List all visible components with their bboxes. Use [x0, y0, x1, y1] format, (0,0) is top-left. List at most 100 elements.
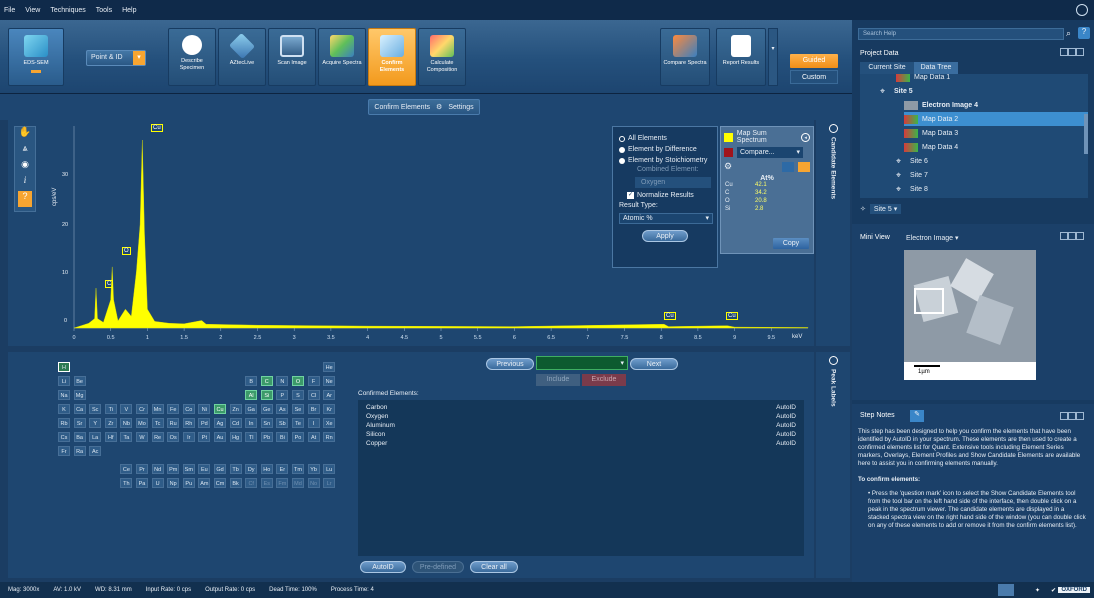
element-mo[interactable]: Mo: [136, 418, 148, 428]
report-results-button[interactable]: Report Results: [716, 28, 766, 86]
close-icon[interactable]: [1076, 412, 1084, 420]
element-sr[interactable]: Sr: [73, 418, 86, 428]
option-by-stoichiometry[interactable]: Element by Stoichiometry: [619, 155, 711, 166]
electron-image[interactable]: 1µm: [904, 250, 1036, 380]
play-icon[interactable]: [998, 584, 1014, 596]
chart-view-icon[interactable]: [798, 161, 810, 172]
combined-element-select[interactable]: Oxygen: [635, 177, 711, 188]
menu-view[interactable]: View: [25, 7, 40, 14]
element-k[interactable]: K: [58, 404, 70, 414]
element-ce[interactable]: Ce: [120, 464, 133, 474]
expand-icon[interactable]: [828, 356, 838, 365]
list-view-icon[interactable]: [782, 161, 794, 172]
element-ho[interactable]: Ho: [260, 464, 273, 474]
step-notes-window-controls[interactable]: [1060, 412, 1088, 422]
element-ra[interactable]: Ra: [73, 446, 86, 456]
apply-button[interactable]: Apply: [642, 230, 688, 242]
element-v[interactable]: V: [120, 404, 133, 414]
close-icon[interactable]: [1076, 48, 1084, 56]
peak-labels-tab[interactable]: Peak Labels: [830, 369, 837, 407]
element-rh[interactable]: Rh: [182, 418, 195, 428]
selection-rectangle[interactable]: [914, 288, 944, 314]
element-cl[interactable]: Cl: [307, 390, 320, 400]
menu-techniques[interactable]: Techniques: [50, 7, 85, 14]
element-fm[interactable]: Fm: [276, 478, 289, 488]
maximize-icon[interactable]: [1068, 412, 1076, 420]
tree-item[interactable]: ⌖ Site 6: [896, 154, 928, 168]
spectrum-selector[interactable]: Map Sum Spectrum ◂: [721, 127, 813, 147]
search-icon[interactable]: ⌕: [1066, 28, 1071, 39]
element-hf[interactable]: Hf: [104, 432, 117, 442]
element-as[interactable]: As: [276, 404, 289, 414]
help-circle-icon[interactable]: [1076, 4, 1088, 16]
wrench-icon[interactable]: ✔: [1051, 587, 1056, 594]
element-kr[interactable]: Kr: [323, 404, 336, 414]
tree-item[interactable]: Electron Image 4: [904, 98, 978, 112]
element-bi[interactable]: Bi: [276, 432, 289, 442]
element-pu[interactable]: Pu: [182, 478, 195, 488]
element-cs[interactable]: Cs: [58, 432, 70, 442]
element-o[interactable]: O: [292, 376, 304, 386]
confirmed-element-row[interactable]: Silicon AutoID: [366, 431, 796, 440]
element-ba[interactable]: Ba: [73, 432, 86, 442]
result-type-select[interactable]: Atomic % ▾: [619, 213, 713, 224]
confirmed-element-row[interactable]: Carbon AutoID: [366, 404, 796, 413]
clear-all-button[interactable]: Clear all: [470, 561, 518, 573]
minimize-icon[interactable]: [1060, 48, 1068, 56]
element-ni[interactable]: Ni: [198, 404, 211, 414]
element-rn[interactable]: Rn: [323, 432, 336, 442]
panel-window-controls[interactable]: [1060, 48, 1088, 58]
element-sn[interactable]: Sn: [260, 418, 273, 428]
element-f[interactable]: F: [307, 376, 320, 386]
help-icon[interactable]: ?: [1078, 27, 1090, 39]
minimize-icon[interactable]: [1060, 232, 1068, 240]
describe-specimen-button[interactable]: Describe Specimen: [168, 28, 216, 86]
scan-image-button[interactable]: Scan Image: [268, 28, 316, 86]
edit-icon[interactable]: ✎: [910, 410, 924, 422]
tab-data-tree[interactable]: Data Tree: [914, 62, 958, 74]
element-be[interactable]: Be: [73, 376, 86, 386]
tab-current-site[interactable]: Current Site: [860, 62, 914, 74]
aztec-live-button[interactable]: AZtecLive: [218, 28, 266, 86]
data-tree[interactable]: Map Data 1 ⌖ Site 5 Electron Image 4 Map Dat…: [860, 74, 1088, 198]
element-gd[interactable]: Gd: [214, 464, 226, 474]
element-pa[interactable]: Pa: [136, 478, 148, 488]
element-am[interactable]: Am: [198, 478, 211, 488]
collapse-icon[interactable]: ◂: [801, 132, 810, 142]
peak-label-c[interactable]: C: [105, 280, 114, 288]
tree-item[interactable]: ⌖ Site 8: [896, 182, 928, 196]
detector-icon[interactable]: ✦: [1035, 587, 1040, 594]
element-i[interactable]: I: [307, 418, 320, 428]
element-c[interactable]: C: [260, 376, 273, 386]
element-au[interactable]: Au: [214, 432, 226, 442]
confirmed-element-row[interactable]: Aluminum AutoID: [366, 422, 796, 431]
element-rb[interactable]: Rb: [58, 418, 70, 428]
confirmed-element-row[interactable]: Oxygen AutoID: [366, 413, 796, 422]
element-s[interactable]: S: [292, 390, 304, 400]
element-pr[interactable]: Pr: [136, 464, 148, 474]
peak-label-o[interactable]: O: [122, 247, 131, 255]
exclude-button[interactable]: Exclude: [582, 374, 626, 386]
confirm-elements-tab[interactable]: Confirm Elements ⚙ Settings: [368, 99, 480, 115]
element-re[interactable]: Re: [151, 432, 164, 442]
element-si[interactable]: Si: [260, 390, 273, 400]
compare-select[interactable]: Compare... ▾: [737, 147, 803, 158]
compare-selector[interactable]: Compare... ▾: [721, 147, 813, 158]
close-icon[interactable]: [1076, 232, 1084, 240]
element-bk[interactable]: Bk: [229, 478, 242, 488]
element-fe[interactable]: Fe: [167, 404, 180, 414]
element-sc[interactable]: Sc: [89, 404, 102, 414]
confirm-elements-button[interactable]: Confirm Elements: [368, 28, 416, 86]
element-yb[interactable]: Yb: [307, 464, 320, 474]
calculate-composition-button[interactable]: Calculate Composition: [418, 28, 466, 86]
tree-item[interactable]: ⌖ Site 7: [896, 168, 928, 182]
element-fr[interactable]: Fr: [58, 446, 70, 456]
mini-view-window-controls[interactable]: [1060, 232, 1088, 242]
element-cr[interactable]: Cr: [136, 404, 148, 414]
next-button[interactable]: Next: [630, 358, 678, 370]
settings-label[interactable]: Settings: [448, 104, 473, 111]
element-pt[interactable]: Pt: [198, 432, 211, 442]
maximize-icon[interactable]: [1068, 48, 1076, 56]
menu-help[interactable]: Help: [122, 7, 136, 14]
element-cd[interactable]: Cd: [229, 418, 242, 428]
